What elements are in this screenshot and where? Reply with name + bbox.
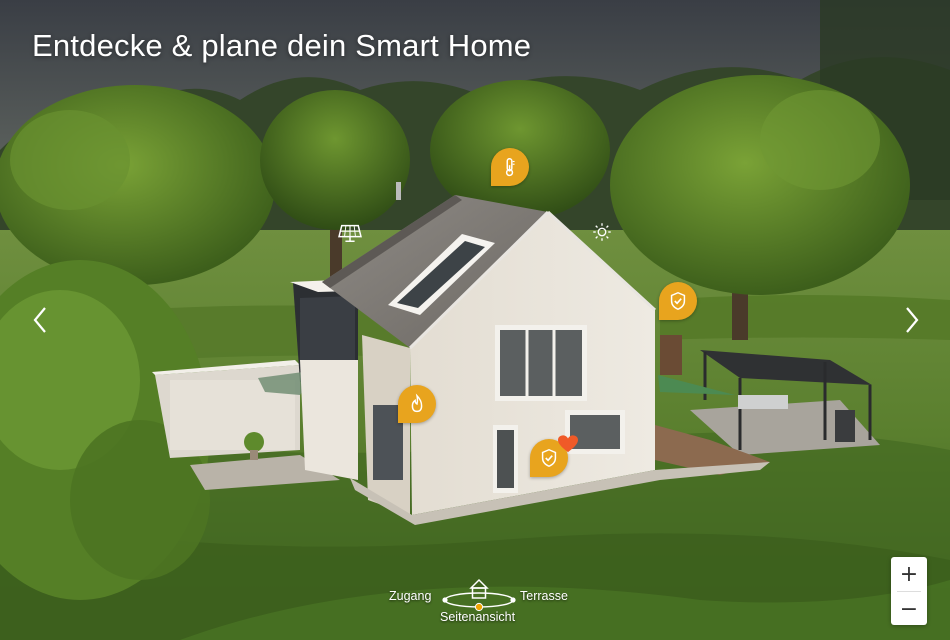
zoom-out-button[interactable]: −: [891, 592, 927, 626]
house-icon: [469, 578, 489, 599]
zoom-in-button[interactable]: +: [891, 557, 927, 591]
solar-panel-hotspot[interactable]: [334, 220, 366, 246]
previous-view-button[interactable]: [26, 302, 54, 338]
solar-panel-icon: [338, 224, 362, 242]
current-view-label: Seitenansicht: [440, 610, 516, 624]
favorite-badge[interactable]: [555, 433, 581, 455]
view-switcher: Zugang Terrasse Seitenansicht: [385, 574, 575, 630]
chevron-left-icon: [33, 307, 46, 333]
sun-hotspot[interactable]: [590, 220, 614, 244]
view-orbit-indicator[interactable]: [437, 574, 521, 614]
page-title: Entdecke & plane dein Smart Home: [32, 28, 532, 63]
shield-check-icon: [670, 291, 686, 311]
sun-icon: [593, 223, 611, 241]
thermometer-hotspot[interactable]: [491, 148, 529, 186]
thermometer-icon: [505, 158, 515, 177]
view-option-zugang[interactable]: Zugang: [389, 589, 431, 603]
heart-icon: [558, 435, 578, 453]
house-scene: [0, 0, 950, 640]
security-shield-hotspot[interactable]: [659, 282, 697, 320]
flame-icon: [411, 393, 423, 413]
chevron-right-icon: [906, 307, 919, 333]
heating-flame-hotspot[interactable]: [398, 385, 436, 423]
view-option-terrasse[interactable]: Terrasse: [520, 589, 568, 603]
zoom-controls: + −: [891, 557, 927, 625]
next-view-button[interactable]: [898, 302, 926, 338]
